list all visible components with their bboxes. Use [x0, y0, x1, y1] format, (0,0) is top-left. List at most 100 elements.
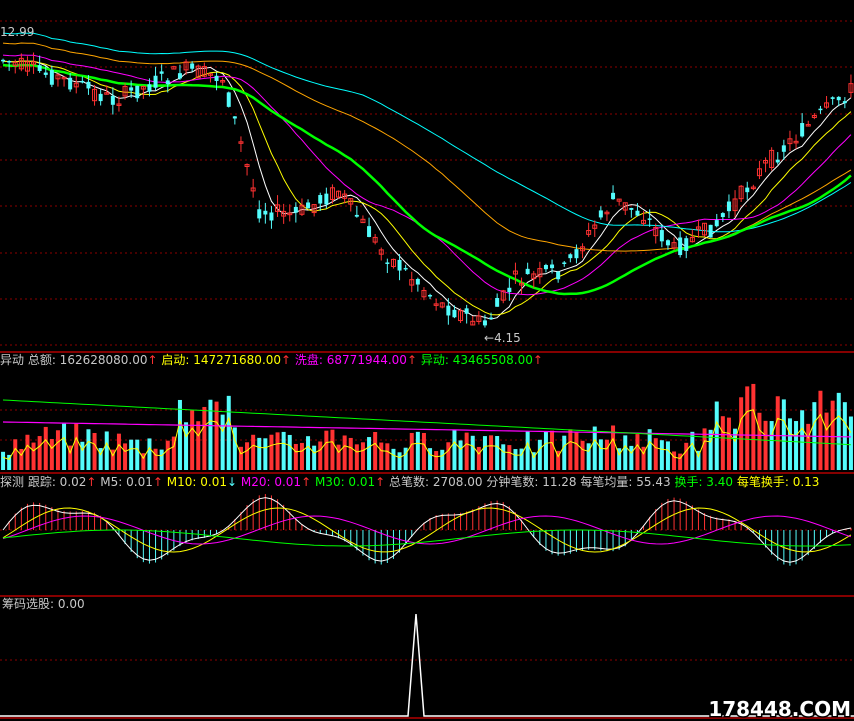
candle-body-down — [836, 96, 841, 101]
candle-body-down — [452, 309, 457, 318]
volume-bar — [220, 414, 225, 470]
volume-bar — [769, 421, 774, 470]
volume-bar — [13, 439, 18, 470]
volume-bar — [495, 436, 500, 470]
candle-body-down — [269, 212, 274, 221]
signal-value: 0.00 — [58, 597, 85, 611]
volume-bar — [86, 429, 91, 470]
volume-bar — [31, 442, 36, 470]
legend-indicator-name: 探测 — [0, 475, 28, 489]
candle-body-down — [306, 202, 311, 209]
volume-bar — [55, 430, 60, 470]
volume-bar — [580, 440, 585, 470]
candle-body-down — [153, 75, 158, 88]
candle-body-down — [43, 72, 48, 75]
candle-body-down — [714, 220, 719, 227]
volume-bar — [476, 446, 481, 470]
volume-bar — [726, 417, 731, 470]
volume-bar — [690, 431, 695, 470]
candle-body-down — [49, 70, 54, 85]
volume-bar — [421, 432, 426, 470]
candle-body-down — [525, 268, 530, 275]
volume-bar — [373, 432, 378, 470]
volume-bars — [1, 383, 853, 470]
candle-body-down — [68, 77, 73, 90]
volume-bar — [190, 410, 195, 470]
candle-body-down — [37, 65, 42, 71]
candle-body-down — [818, 108, 823, 111]
volume-bar — [275, 432, 280, 470]
volume-bar — [1, 451, 6, 470]
candle-body-down — [800, 123, 805, 137]
volume-bar — [214, 401, 219, 470]
moving-average-lines — [2, 32, 852, 320]
volume-bar — [92, 432, 97, 470]
volume-bar — [287, 434, 292, 470]
volume-bar — [269, 434, 274, 470]
candle-body-down — [214, 75, 219, 81]
volume-bar — [446, 442, 451, 470]
legend-item-0: 跟踪: 0.02 — [28, 475, 87, 489]
volume-bar — [135, 439, 140, 470]
candle-body-down — [543, 264, 548, 270]
volume-bar — [775, 396, 780, 470]
volume-bar — [434, 451, 439, 470]
candle-body-down — [318, 195, 323, 204]
price-low-value: 4.15 — [494, 331, 521, 345]
volume-bar — [525, 431, 530, 470]
volume-bar — [800, 410, 805, 470]
volume-bar — [25, 434, 30, 470]
volume-bar — [208, 399, 213, 470]
volume-bar — [458, 440, 463, 470]
volume-bar — [318, 441, 323, 470]
candle-body-down — [446, 305, 451, 316]
volume-bar — [470, 435, 475, 470]
volume-bar — [251, 434, 256, 470]
candle-body-down — [842, 101, 847, 104]
volume-bar — [598, 439, 603, 470]
candle-body-down — [80, 80, 85, 83]
volume-bar — [824, 412, 829, 470]
volume-legend: 异动 总额: 162628080.00↑ 启动: 147271680.00↑ 洗… — [0, 352, 543, 367]
volume-bar — [306, 436, 311, 470]
volume-bar — [507, 445, 512, 470]
legend-arrow-2: ↑ — [407, 353, 417, 367]
candle-body-down — [665, 240, 670, 246]
volume-bar — [757, 412, 762, 470]
volume-bar — [104, 431, 109, 470]
volume-bar — [586, 443, 591, 470]
candle-body-down — [415, 278, 420, 285]
volume-bar — [379, 442, 384, 470]
legend-item-2: 洗盘: 68771944.00 — [295, 352, 407, 367]
volume-bar — [604, 439, 609, 470]
volume-bar — [43, 426, 48, 470]
low-arrow-icon: ← — [484, 331, 494, 345]
volume-bar — [848, 416, 853, 470]
volume-bar — [464, 432, 469, 470]
candle-body-down — [110, 95, 115, 105]
legend-item-0: 总额: 162628080.00 — [28, 353, 148, 367]
legend-item-2: M10: 0.01 — [167, 475, 227, 489]
volume-bar — [159, 449, 164, 470]
volume-bar — [62, 423, 67, 470]
legend-arrow-0: ↑ — [86, 475, 96, 489]
volume-bar — [818, 390, 823, 470]
volume-bar — [147, 438, 152, 470]
volume-bar — [49, 438, 54, 470]
volume-bar — [116, 433, 121, 470]
volume-bar — [37, 436, 42, 470]
legend-arrow-1: ↑ — [281, 353, 291, 367]
candle-body-down — [165, 80, 170, 85]
volume-bar — [263, 438, 268, 470]
candle-body-down — [611, 192, 616, 200]
legend-item-1: M5: 0.01 — [100, 475, 153, 489]
volume-bar — [550, 430, 555, 470]
candle-body-down — [568, 254, 573, 259]
candle-body-down — [745, 187, 750, 193]
volume-bar — [781, 399, 786, 470]
candle-body-down — [293, 206, 298, 213]
oscillator-legend: 探测 跟踪: 0.02↑ M5: 0.01↑ M10: 0.01↓ M20: 0… — [0, 474, 819, 489]
candle-body-down — [775, 159, 780, 163]
legend-item-4: M30: 0.01 — [315, 475, 375, 489]
ma5-line — [2, 60, 852, 320]
